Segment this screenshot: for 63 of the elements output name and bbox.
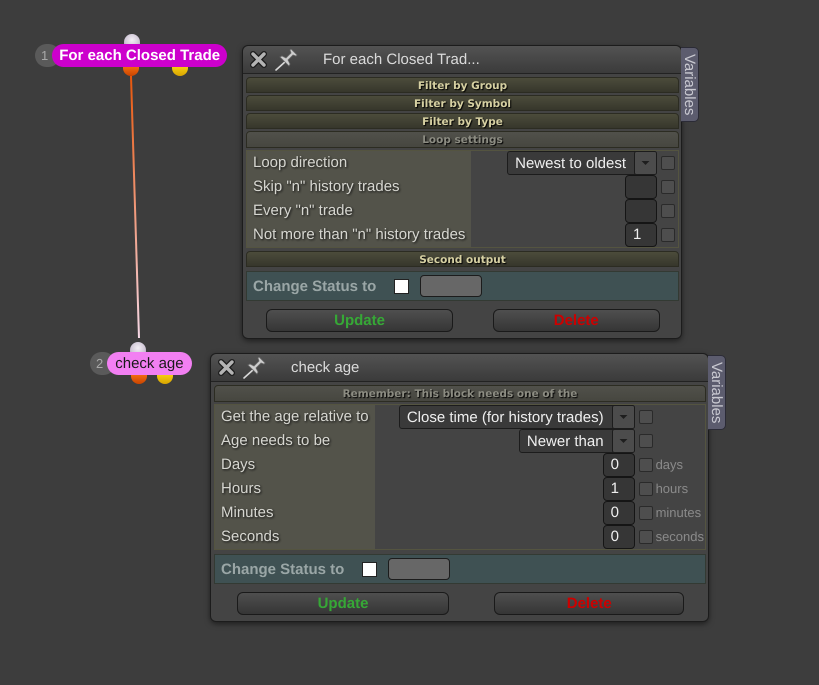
checkbox[interactable] xyxy=(638,530,653,544)
node-label[interactable]: check age xyxy=(107,352,192,375)
checkbox[interactable] xyxy=(638,482,653,496)
section-header[interactable]: Filter by Type xyxy=(246,113,679,129)
change-status-label: Change Status to xyxy=(221,560,344,578)
setting-label: Age needs to be xyxy=(215,429,375,453)
output-port-icon[interactable] xyxy=(172,67,188,76)
checkbox[interactable] xyxy=(638,434,653,448)
input-port-icon[interactable] xyxy=(124,34,140,44)
caret-icon[interactable] xyxy=(612,429,635,453)
unit-label: minutes xyxy=(656,504,702,522)
output-port-icon[interactable] xyxy=(157,375,173,384)
checkbox[interactable] xyxy=(661,156,675,170)
setting-label: Get the age relative to xyxy=(215,405,375,429)
number-field[interactable] xyxy=(625,175,657,199)
select-dropdown[interactable]: Newest to oldest xyxy=(507,151,657,175)
section-header[interactable]: Second output xyxy=(246,251,679,267)
checkbox[interactable] xyxy=(638,506,653,520)
setting-label: Skip "n" history trades xyxy=(247,175,472,199)
input-port-icon[interactable] xyxy=(130,342,146,352)
checkbox[interactable] xyxy=(661,204,675,218)
change-status-label: Change Status to xyxy=(253,278,376,294)
caret-icon[interactable] xyxy=(634,151,657,175)
close-icon[interactable] xyxy=(218,359,235,376)
setting-label: Loop direction xyxy=(247,151,472,175)
output-port-icon[interactable] xyxy=(131,375,147,384)
select-dropdown[interactable]: Newer than xyxy=(518,429,635,453)
panel-title: check age xyxy=(291,359,360,376)
number-field[interactable]: 0 xyxy=(602,501,635,525)
setting-label: Days xyxy=(215,453,375,477)
checkbox[interactable] xyxy=(638,410,653,424)
pushpin-icon[interactable] xyxy=(243,356,268,378)
number-field[interactable]: 1 xyxy=(625,223,657,247)
setting-label: Hours xyxy=(215,477,375,501)
variables-tab[interactable]: Variables xyxy=(681,47,699,122)
output-port-icon[interactable] xyxy=(123,67,139,76)
section-header[interactable]: Filter by Symbol xyxy=(246,95,679,111)
number-field[interactable]: 0 xyxy=(602,453,635,477)
pushpin-icon[interactable] xyxy=(275,48,300,70)
checkbox[interactable] xyxy=(661,228,675,242)
number-field[interactable] xyxy=(625,199,657,223)
variables-tab[interactable]: Variables xyxy=(708,355,726,430)
node-label[interactable]: For each Closed Trade xyxy=(52,44,228,67)
checkbox[interactable] xyxy=(638,458,653,472)
setting-label: Minutes xyxy=(215,501,375,525)
setting-label: Not more than "n" history trades xyxy=(247,223,472,247)
unit-label: days xyxy=(656,456,684,474)
status-checkbox[interactable] xyxy=(362,562,378,576)
unit-label: hours xyxy=(656,480,690,498)
panel-title: For each Closed Trad... xyxy=(323,51,480,68)
select-dropdown[interactable]: Close time (for history trades) xyxy=(398,405,635,429)
status-checkbox[interactable] xyxy=(394,278,410,294)
close-icon[interactable] xyxy=(250,51,267,68)
number-field[interactable]: 1 xyxy=(602,477,635,501)
status-field[interactable] xyxy=(388,558,450,580)
number-field[interactable]: 0 xyxy=(602,525,635,549)
checkbox[interactable] xyxy=(661,180,675,194)
status-field[interactable] xyxy=(420,275,482,297)
unit-label: seconds xyxy=(656,528,705,546)
caret-icon[interactable] xyxy=(612,405,635,429)
setting-label: Every "n" trade xyxy=(247,199,472,223)
section-header[interactable]: Filter by Group xyxy=(246,77,679,93)
setting-label: Seconds xyxy=(215,525,375,549)
